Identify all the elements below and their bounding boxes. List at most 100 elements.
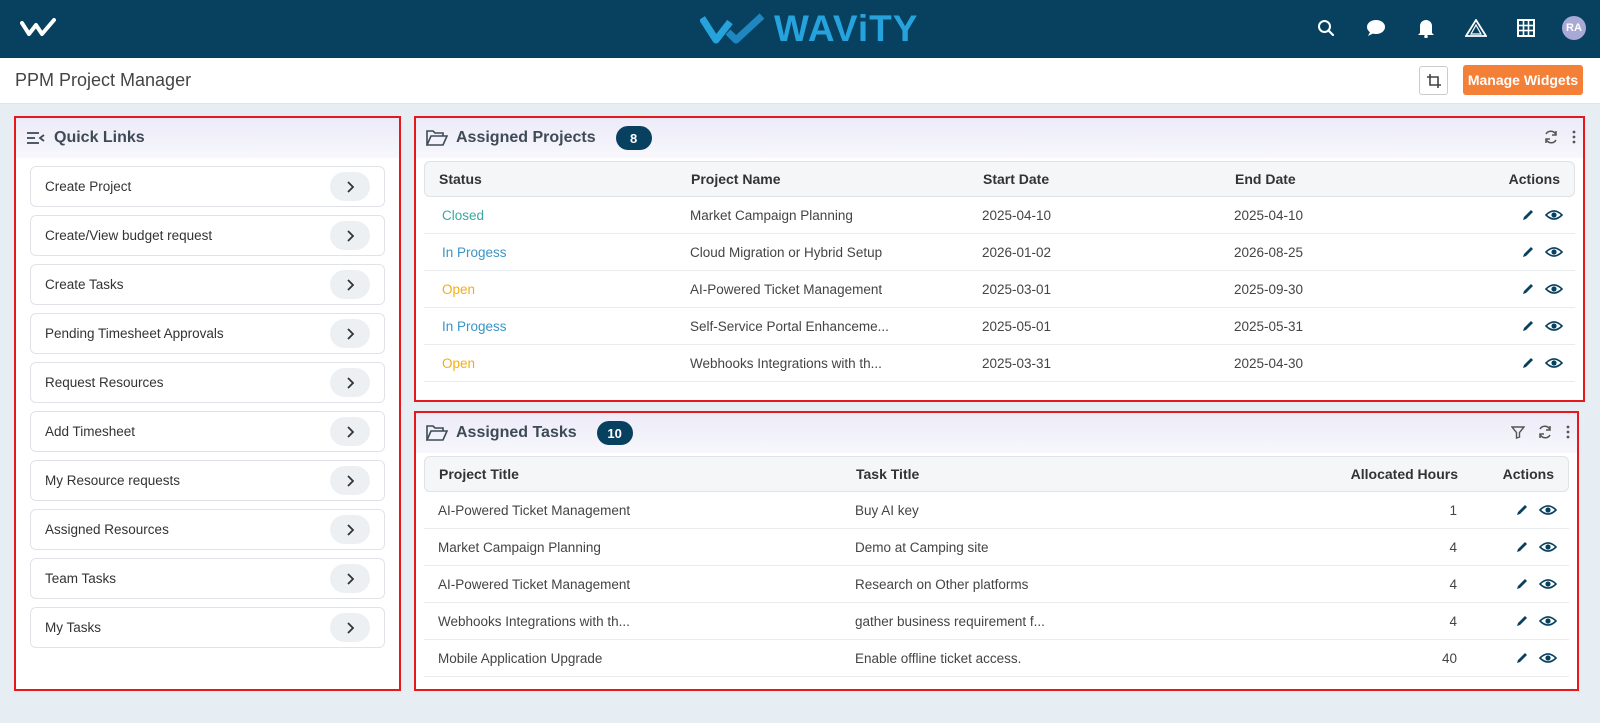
quick-link-label: Create Tasks: [45, 277, 124, 292]
project-title-cell: Market Campaign Planning: [438, 539, 601, 555]
grid-icon[interactable]: [1512, 14, 1540, 42]
quick-link-label: Create Project: [45, 179, 132, 194]
column-header-end-date[interactable]: End Date: [1221, 171, 1441, 187]
edit-icon[interactable]: [1515, 540, 1529, 554]
view-icon[interactable]: [1545, 282, 1563, 296]
quick-link-arrow-button[interactable]: [330, 172, 370, 201]
task-title-cell: Enable offline ticket access.: [855, 650, 1022, 666]
table-row[interactable]: Mobile Application Upgrade Enable offline…: [424, 640, 1569, 677]
task-title-cell: Research on Other platforms: [855, 576, 1029, 592]
column-header-status[interactable]: Status: [425, 171, 677, 187]
table-row[interactable]: In Progess Self-Service Portal Enhanceme.…: [424, 308, 1575, 345]
quick-link-label: Pending Timesheet Approvals: [45, 326, 224, 341]
quick-link-item[interactable]: My Resource requests: [30, 460, 385, 501]
start-date-cell: 2025-03-31: [982, 355, 1052, 371]
home-logo-icon[interactable]: [20, 17, 60, 39]
chevron-right-icon: [347, 425, 354, 438]
edit-icon[interactable]: [1521, 319, 1535, 333]
project-name-cell: Cloud Migration or Hybrid Setup: [690, 244, 883, 260]
edit-icon[interactable]: [1515, 614, 1529, 628]
edit-icon[interactable]: [1515, 651, 1529, 665]
more-vertical-icon[interactable]: [1565, 424, 1571, 440]
crop-button[interactable]: [1419, 66, 1448, 95]
quick-link-item[interactable]: Team Tasks: [30, 558, 385, 599]
chat-icon[interactable]: [1362, 14, 1390, 42]
quick-link-item[interactable]: Create/View budget request: [30, 215, 385, 256]
quick-link-item[interactable]: Create Project: [30, 166, 385, 207]
view-icon[interactable]: [1545, 245, 1563, 259]
edit-icon[interactable]: [1521, 245, 1535, 259]
quick-link-item[interactable]: My Tasks: [30, 607, 385, 648]
triangle-icon[interactable]: [1462, 14, 1490, 42]
chevron-right-icon: [347, 376, 354, 389]
search-icon[interactable]: [1312, 14, 1340, 42]
project-title-cell: Webhooks Integrations with th...: [438, 613, 630, 629]
refresh-icon[interactable]: [1537, 424, 1553, 440]
table-row[interactable]: AI-Powered Ticket Management Research on …: [424, 566, 1569, 603]
column-header-project-name[interactable]: Project Name: [677, 171, 969, 187]
quick-link-item[interactable]: Create Tasks: [30, 264, 385, 305]
assigned-projects-title: Assigned Projects: [456, 129, 596, 146]
quick-link-arrow-button[interactable]: [330, 270, 370, 299]
filter-icon[interactable]: [1511, 425, 1525, 439]
quick-link-item[interactable]: Add Timesheet: [30, 411, 385, 452]
quick-link-arrow-button[interactable]: [330, 417, 370, 446]
table-row[interactable]: Market Campaign Planning Demo at Camping …: [424, 529, 1569, 566]
quick-link-item[interactable]: Pending Timesheet Approvals: [30, 313, 385, 354]
view-icon[interactable]: [1539, 614, 1557, 628]
project-title-cell: AI-Powered Ticket Management: [438, 502, 631, 518]
end-date-cell: 2025-09-30: [1234, 281, 1304, 297]
top-nav-bar: WAViTY RA: [0, 0, 1600, 58]
table-row[interactable]: Open Webhooks Integrations with th... 2025…: [424, 345, 1575, 382]
status-cell: In Progess: [442, 244, 507, 260]
edit-icon[interactable]: [1521, 282, 1535, 296]
column-header-task-title[interactable]: Task Title: [842, 466, 1262, 482]
bell-icon[interactable]: [1412, 14, 1440, 42]
table-row[interactable]: Open AI-Powered Ticket Management 2025-03-…: [424, 271, 1575, 308]
page-title: PPM Project Manager: [15, 70, 192, 90]
quick-link-arrow-button[interactable]: [330, 466, 370, 495]
chevron-right-icon: [347, 229, 354, 242]
refresh-icon[interactable]: [1543, 129, 1559, 145]
column-header-start-date[interactable]: Start Date: [969, 171, 1221, 187]
quick-link-arrow-button[interactable]: [330, 515, 370, 544]
view-icon[interactable]: [1539, 503, 1557, 517]
quick-link-arrow-button[interactable]: [330, 613, 370, 642]
edit-icon[interactable]: [1521, 356, 1535, 370]
edit-icon[interactable]: [1521, 208, 1535, 222]
assigned-tasks-table: Project Title Task Title Allocated Hours…: [424, 456, 1569, 677]
quick-link-item[interactable]: Request Resources: [30, 362, 385, 403]
quick-link-arrow-button[interactable]: [330, 319, 370, 348]
quick-link-item[interactable]: Assigned Resources: [30, 509, 385, 550]
row-actions: [1440, 319, 1575, 333]
table-row[interactable]: In Progess Cloud Migration or Hybrid Setu…: [424, 234, 1575, 271]
table-row[interactable]: AI-Powered Ticket Management Buy AI key 1: [424, 492, 1569, 529]
column-header-project-title[interactable]: Project Title: [425, 466, 842, 482]
view-icon[interactable]: [1539, 540, 1557, 554]
more-vertical-icon[interactable]: [1571, 129, 1577, 145]
edit-icon[interactable]: [1515, 503, 1529, 517]
menu-collapse-icon[interactable]: [26, 130, 46, 146]
edit-icon[interactable]: [1515, 577, 1529, 591]
quick-link-label: Request Resources: [45, 375, 164, 390]
view-icon[interactable]: [1545, 208, 1563, 222]
view-icon[interactable]: [1545, 356, 1563, 370]
view-icon[interactable]: [1539, 577, 1557, 591]
table-row[interactable]: Webhooks Integrations with th... gather b…: [424, 603, 1569, 640]
quick-link-arrow-button[interactable]: [330, 221, 370, 250]
assigned-tasks-title: Assigned Tasks: [456, 424, 577, 441]
view-icon[interactable]: [1539, 651, 1557, 665]
view-icon[interactable]: [1545, 319, 1563, 333]
column-header-allocated-hours[interactable]: Allocated Hours: [1262, 466, 1472, 482]
start-date-cell: 2025-04-10: [982, 207, 1052, 223]
quick-link-arrow-button[interactable]: [330, 368, 370, 397]
chevron-right-icon: [347, 278, 354, 291]
manage-widgets-button[interactable]: Manage Widgets: [1463, 65, 1583, 95]
quick-link-label: My Tasks: [45, 620, 102, 635]
quick-link-arrow-button[interactable]: [330, 564, 370, 593]
row-actions: [1471, 577, 1569, 591]
user-avatar[interactable]: RA: [1562, 16, 1586, 40]
chevron-right-icon: [347, 523, 354, 536]
quick-links-header: Quick Links: [16, 118, 399, 158]
table-row[interactable]: Closed Market Campaign Planning 2025-04-10…: [424, 197, 1575, 234]
